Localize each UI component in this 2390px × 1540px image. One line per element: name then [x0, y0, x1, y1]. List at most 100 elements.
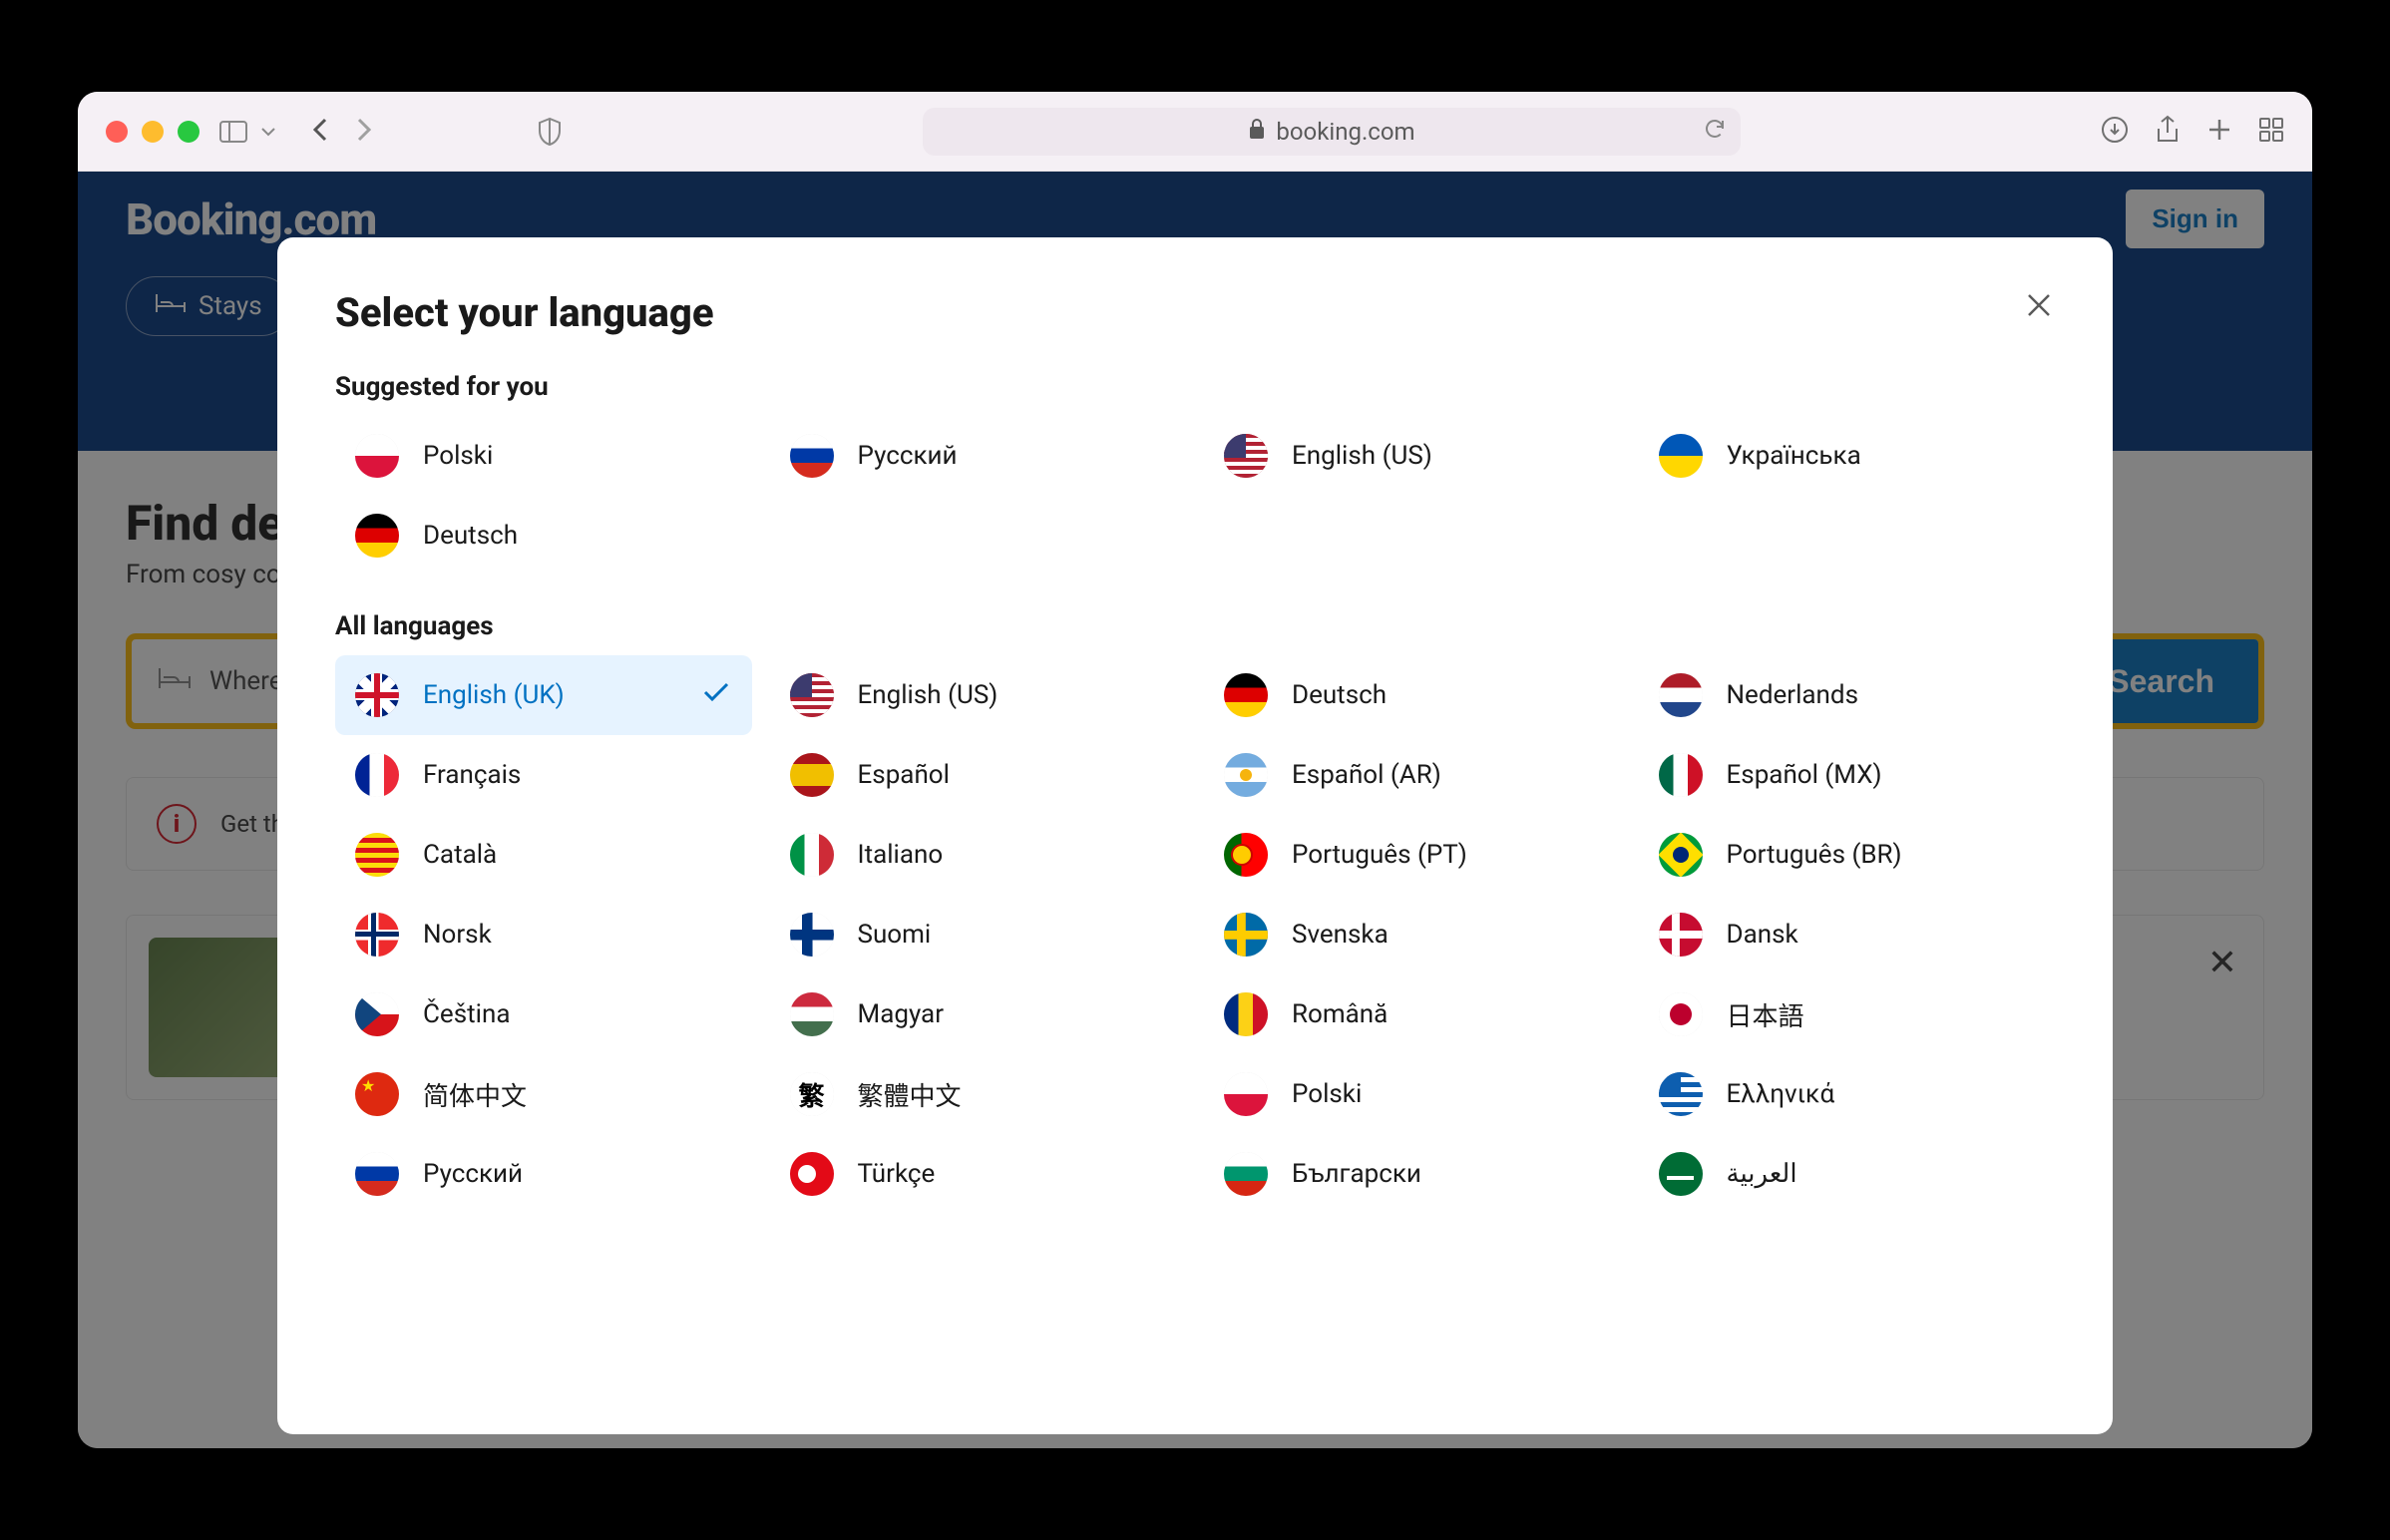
- language-label: English (US): [858, 680, 998, 710]
- language-option-dk[interactable]: Dansk: [1639, 895, 2056, 974]
- suggested-languages-grid: Polski Русский English (US) Українська Deuts…: [335, 416, 2055, 576]
- language-option-gr[interactable]: Ελληνικά: [1639, 1054, 2056, 1134]
- language-label: Română: [1292, 999, 1388, 1029]
- language-modal: Select your language Suggested for you P…: [277, 237, 2113, 1434]
- language-option-cat[interactable]: Català: [335, 815, 752, 895]
- language-option-gb[interactable]: English (UK): [335, 655, 752, 735]
- language-option-pt[interactable]: Português (PT): [1204, 815, 1621, 895]
- language-label: Deutsch: [1292, 680, 1387, 710]
- language-option-fr[interactable]: Français: [335, 735, 752, 815]
- language-label: Čeština: [423, 999, 510, 1029]
- flag-icon-ru: [790, 434, 834, 478]
- language-label: Русский: [423, 1159, 523, 1189]
- tabs-overview-icon[interactable]: [2258, 117, 2284, 147]
- close-window-button[interactable]: [106, 121, 128, 143]
- language-option-ar[interactable]: Español (AR): [1204, 735, 1621, 815]
- flag-icon-it: [790, 833, 834, 877]
- language-option-de[interactable]: Deutsch: [335, 496, 752, 576]
- flag-icon-ua: [1659, 434, 1703, 478]
- language-option-hu[interactable]: Magyar: [770, 974, 1187, 1054]
- language-label: 日本語: [1727, 996, 1804, 1033]
- minimize-window-button[interactable]: [142, 121, 164, 143]
- flag-icon-de: [355, 514, 399, 558]
- language-option-ru[interactable]: Русский: [335, 1134, 752, 1214]
- forward-button[interactable]: [349, 112, 377, 152]
- language-label: Français: [423, 760, 521, 790]
- language-option-tr[interactable]: Türkçe: [770, 1134, 1187, 1214]
- maximize-window-button[interactable]: [178, 121, 199, 143]
- flag-icon-cz: [355, 992, 399, 1036]
- language-option-pl[interactable]: Polski: [1204, 1054, 1621, 1134]
- language-option-es[interactable]: Español: [770, 735, 1187, 815]
- window-controls: [106, 121, 199, 143]
- language-option-pl[interactable]: Polski: [335, 416, 752, 496]
- language-label: Türkçe: [858, 1159, 936, 1189]
- flag-icon-gb: [355, 673, 399, 717]
- language-option-us[interactable]: English (US): [770, 655, 1187, 735]
- share-icon[interactable]: [2155, 115, 2181, 149]
- shield-icon[interactable]: [537, 117, 563, 147]
- flag-icon-fr: [355, 753, 399, 797]
- flag-icon-br: [1659, 833, 1703, 877]
- language-option-cn[interactable]: 简体中文: [335, 1054, 752, 1134]
- language-label: Dansk: [1727, 920, 1798, 950]
- language-option-ro[interactable]: Română: [1204, 974, 1621, 1054]
- close-icon[interactable]: [2023, 289, 2055, 325]
- language-option-ru[interactable]: Русский: [770, 416, 1187, 496]
- flag-icon-cn: [355, 1072, 399, 1116]
- language-label: Català: [423, 840, 497, 870]
- browser-window: booking.com Booking: [78, 92, 2312, 1448]
- downloads-icon[interactable]: [2101, 116, 2129, 148]
- language-label: Español (AR): [1292, 760, 1441, 790]
- flag-icon-cat: [355, 833, 399, 877]
- flag-icon-nl: [1659, 673, 1703, 717]
- language-label: Español (MX): [1727, 760, 1882, 790]
- language-label: Български: [1292, 1159, 1421, 1189]
- language-label: English (US): [1292, 441, 1432, 471]
- chevron-down-icon[interactable]: [261, 127, 275, 137]
- modal-title: Select your language: [335, 289, 714, 336]
- new-tab-icon[interactable]: [2206, 117, 2232, 147]
- language-option-br[interactable]: Português (BR): [1639, 815, 2056, 895]
- flag-icon-dk: [1659, 913, 1703, 957]
- check-icon: [702, 680, 730, 710]
- language-label: Українська: [1727, 441, 1861, 471]
- language-option-nl[interactable]: Nederlands: [1639, 655, 2056, 735]
- language-label: Русский: [858, 441, 958, 471]
- language-option-jp[interactable]: 日本語: [1639, 974, 2056, 1054]
- flag-icon-pl: [1224, 1072, 1268, 1116]
- lock-icon: [1248, 118, 1266, 146]
- language-option-mx[interactable]: Español (MX): [1639, 735, 2056, 815]
- flag-icon-tw: 繁: [790, 1072, 834, 1116]
- language-option-tw[interactable]: 繁繁體中文: [770, 1054, 1187, 1134]
- back-button[interactable]: [307, 112, 335, 152]
- language-label: Norsk: [423, 920, 492, 950]
- language-label: Português (BR): [1727, 840, 1902, 870]
- language-label: Svenska: [1292, 920, 1389, 950]
- language-option-us[interactable]: English (US): [1204, 416, 1621, 496]
- language-label: English (UK): [423, 680, 565, 710]
- language-label: Deutsch: [423, 521, 518, 551]
- flag-icon-ar: [1224, 753, 1268, 797]
- language-option-fi[interactable]: Suomi: [770, 895, 1187, 974]
- refresh-icon[interactable]: [1703, 117, 1727, 147]
- language-label: Suomi: [858, 920, 932, 950]
- address-bar[interactable]: booking.com: [923, 108, 1741, 156]
- flag-icon-tr: [790, 1152, 834, 1196]
- flag-icon-mx: [1659, 753, 1703, 797]
- flag-icon-hu: [790, 992, 834, 1036]
- language-option-de[interactable]: Deutsch: [1204, 655, 1621, 735]
- flag-icon-pt: [1224, 833, 1268, 877]
- language-option-se[interactable]: Svenska: [1204, 895, 1621, 974]
- flag-icon-us: [1224, 434, 1268, 478]
- language-option-cz[interactable]: Čeština: [335, 974, 752, 1054]
- sidebar-toggle-icon[interactable]: [219, 121, 247, 143]
- language-option-ua[interactable]: Українська: [1639, 416, 2056, 496]
- language-option-no[interactable]: Norsk: [335, 895, 752, 974]
- language-option-it[interactable]: Italiano: [770, 815, 1187, 895]
- flag-icon-bg: [1224, 1152, 1268, 1196]
- language-option-bg[interactable]: Български: [1204, 1134, 1621, 1214]
- language-option-sa[interactable]: العربية: [1639, 1134, 2056, 1214]
- flag-icon-jp: [1659, 992, 1703, 1036]
- flag-icon-pl: [355, 434, 399, 478]
